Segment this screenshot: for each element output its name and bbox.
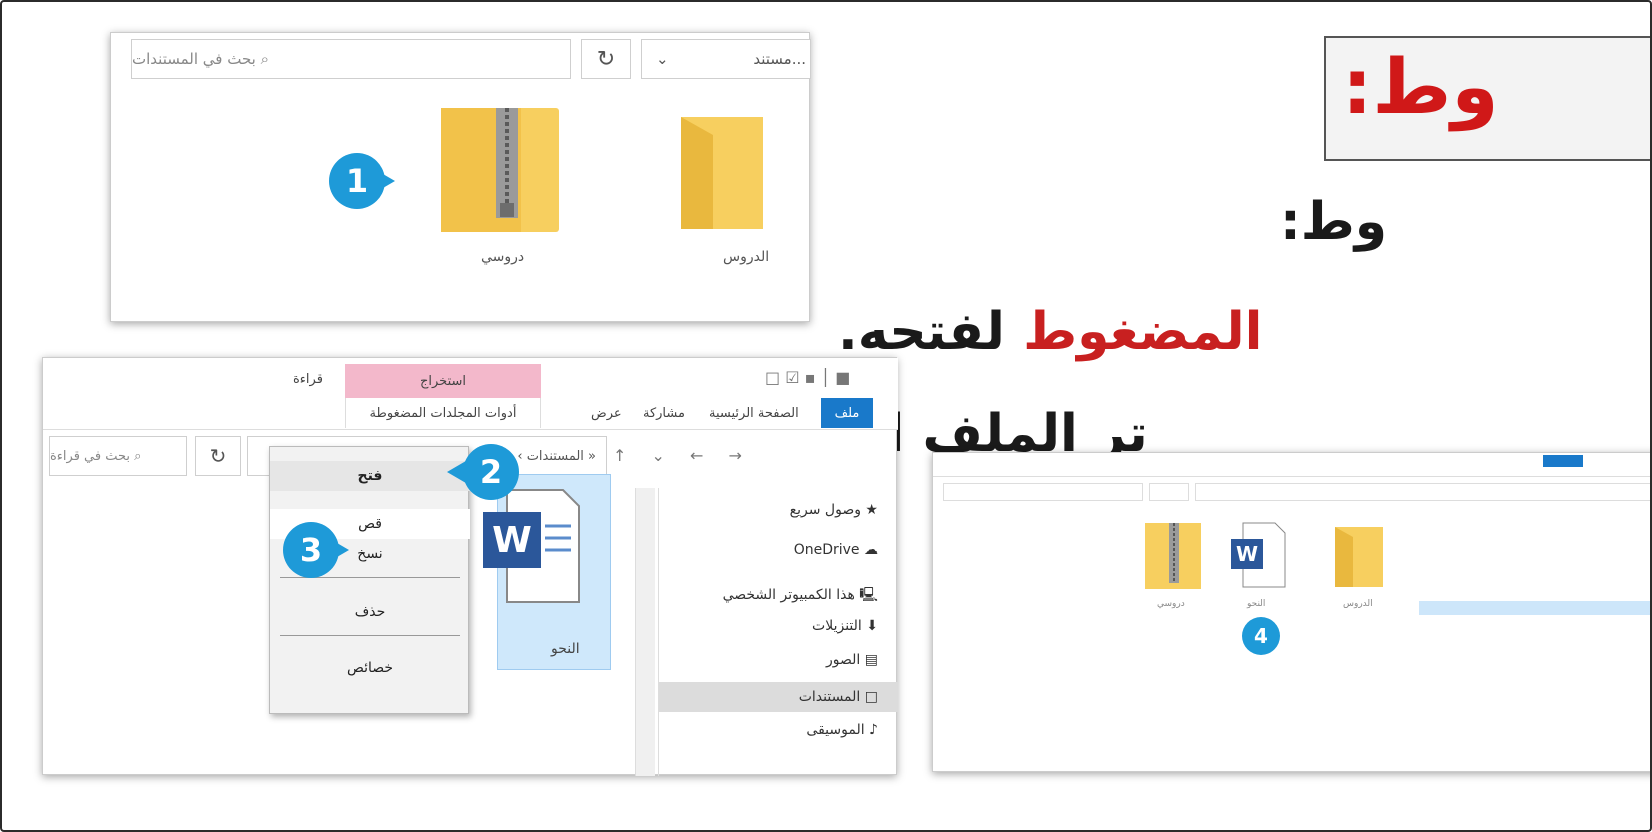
ribbon: استخراج أدوات المجلدات المضغوطة قراءة مل… (43, 358, 898, 430)
mini-folder-label: الدروس (1343, 599, 1373, 609)
address-text: مستند... (753, 50, 806, 68)
sidebar-item-label: الموسيقى (806, 722, 865, 738)
badge-pointer (325, 536, 349, 564)
tab-view[interactable]: عرض (591, 398, 622, 428)
explorer-context-panel: استخراج أدوات المجلدات المضغوطة قراءة مل… (42, 357, 898, 776)
mini-folder-label: دروسي (1157, 599, 1185, 609)
search-icon: ⌕ (255, 50, 269, 68)
badge-pointer (371, 167, 395, 195)
mini-search-input[interactable] (943, 483, 1143, 501)
menu-item-delete[interactable]: حذف (270, 597, 470, 627)
chevron-down-icon: ⌄ (656, 50, 669, 68)
sidebar-item-this-pc[interactable]: 🖳 هذا الكمبيوتر الشخصي (723, 584, 878, 608)
svg-text:W: W (1236, 542, 1258, 566)
search-input[interactable]: ⌕ بحث في قراءة (49, 436, 187, 476)
refresh-button[interactable]: ↻ (581, 39, 631, 79)
mini-address-bar[interactable] (1195, 483, 1650, 501)
instruction-rest: لفتحه. (838, 302, 1005, 362)
sidebar-item-pictures[interactable]: ▤ الصور (826, 652, 878, 668)
refresh-button[interactable]: ↻ (195, 436, 241, 476)
sidebar-item-downloads[interactable]: ⬇ التنزيلات (812, 618, 878, 634)
sidebar-item-documents[interactable]: □ المستندات (659, 682, 898, 712)
search-placeholder: بحث في المستندات (132, 50, 256, 68)
step-badge: 2 (447, 444, 537, 500)
step-badge: 4 (1242, 617, 1280, 655)
page-frame: وط: وط: المضغوط لفتحه. تر الملف الذي تري… (0, 0, 1652, 832)
svg-text:W: W (492, 520, 532, 561)
sidebar-item-music[interactable]: ♪ الموسيقى (806, 722, 878, 738)
tab-share[interactable]: مشاركة (643, 398, 685, 428)
navigation-sidebar: ★ وصول سريع ☁ OneDrive 🖳 هذا الكمبيوتر ا… (658, 488, 898, 776)
scrollbar[interactable] (635, 488, 655, 776)
search-placeholder: بحث في قراءة (50, 448, 131, 464)
mini-tab-file[interactable] (1543, 455, 1583, 467)
word-document-icon: W (483, 489, 580, 603)
zip-folder-icon[interactable] (1143, 521, 1203, 591)
folder-icon[interactable] (1331, 525, 1387, 589)
sidebar-item-label: وصول سريع (789, 502, 861, 518)
context-menu: فتح قص نسخ حذف خصائص (269, 446, 470, 714)
refresh-icon: ↻ (209, 444, 227, 468)
sidebar-item-label: الصور (826, 652, 861, 668)
sidebar-item-label: التنزيلات (812, 618, 862, 634)
sidebar-item-label: المستندات (798, 689, 861, 705)
quick-access-toolbar[interactable]: □ ☑ ▪ │ ■ (765, 368, 850, 387)
page-title: وط: (1342, 42, 1499, 131)
sidebar-item-label: OneDrive (793, 542, 860, 558)
mini-file-label: النحو (1247, 599, 1266, 609)
sidebar-item-onedrive[interactable]: ☁ OneDrive (794, 542, 878, 558)
search-input[interactable]: ⌕ بحث في المستندات (131, 39, 571, 79)
folder-icon[interactable] (673, 113, 773, 233)
read-label: قراءة (293, 371, 323, 387)
zip-folder-icon[interactable] (436, 103, 561, 233)
sidebar-item-label: هذا الكمبيوتر الشخصي (722, 587, 855, 603)
mini-sidebar (1419, 509, 1650, 773)
menu-item-properties[interactable]: خصائص (270, 653, 470, 683)
instruction-line-2: المضغوط لفتحه. (838, 302, 1262, 362)
nav-arrows[interactable]: ↑ ⌄ ← → (613, 446, 752, 465)
search-icon: ⌕ (130, 448, 142, 464)
step-badge: 3 (283, 522, 357, 578)
tab-file[interactable]: ملف (821, 398, 873, 428)
folder-label: دروسي (481, 249, 525, 265)
instruction-keyword: المضغوط (1023, 302, 1263, 362)
mini-refresh-button[interactable] (1149, 483, 1189, 501)
menu-item-open[interactable]: فتح (270, 461, 470, 491)
explorer-folders-panel: ⌕ بحث في المستندات ↻ ⌄ مستند... دروسي الد… (110, 32, 811, 322)
sidebar-item-quick-access[interactable]: ★ وصول سريع (790, 502, 878, 518)
refresh-icon: ↻ (596, 46, 616, 72)
address-bar[interactable]: ⌄ مستند... (641, 39, 811, 79)
menu-separator (280, 635, 460, 636)
tab-zip-tools[interactable]: أدوات المجلدات المضغوطة (345, 398, 541, 428)
tab-home[interactable]: الصفحة الرئيسية (709, 398, 799, 428)
folder-label: الدروس (723, 249, 770, 265)
step-badge: 1 (329, 153, 403, 209)
step-number: 2 (463, 444, 519, 500)
file-label: النحو (551, 641, 580, 657)
word-document-icon[interactable]: W (1229, 521, 1289, 591)
explorer-mini-panel: W دروسي النحو الدروس 4 (932, 452, 1650, 773)
instruction-line-1: وط: (1280, 192, 1388, 252)
tab-extract[interactable]: استخراج (345, 364, 541, 398)
